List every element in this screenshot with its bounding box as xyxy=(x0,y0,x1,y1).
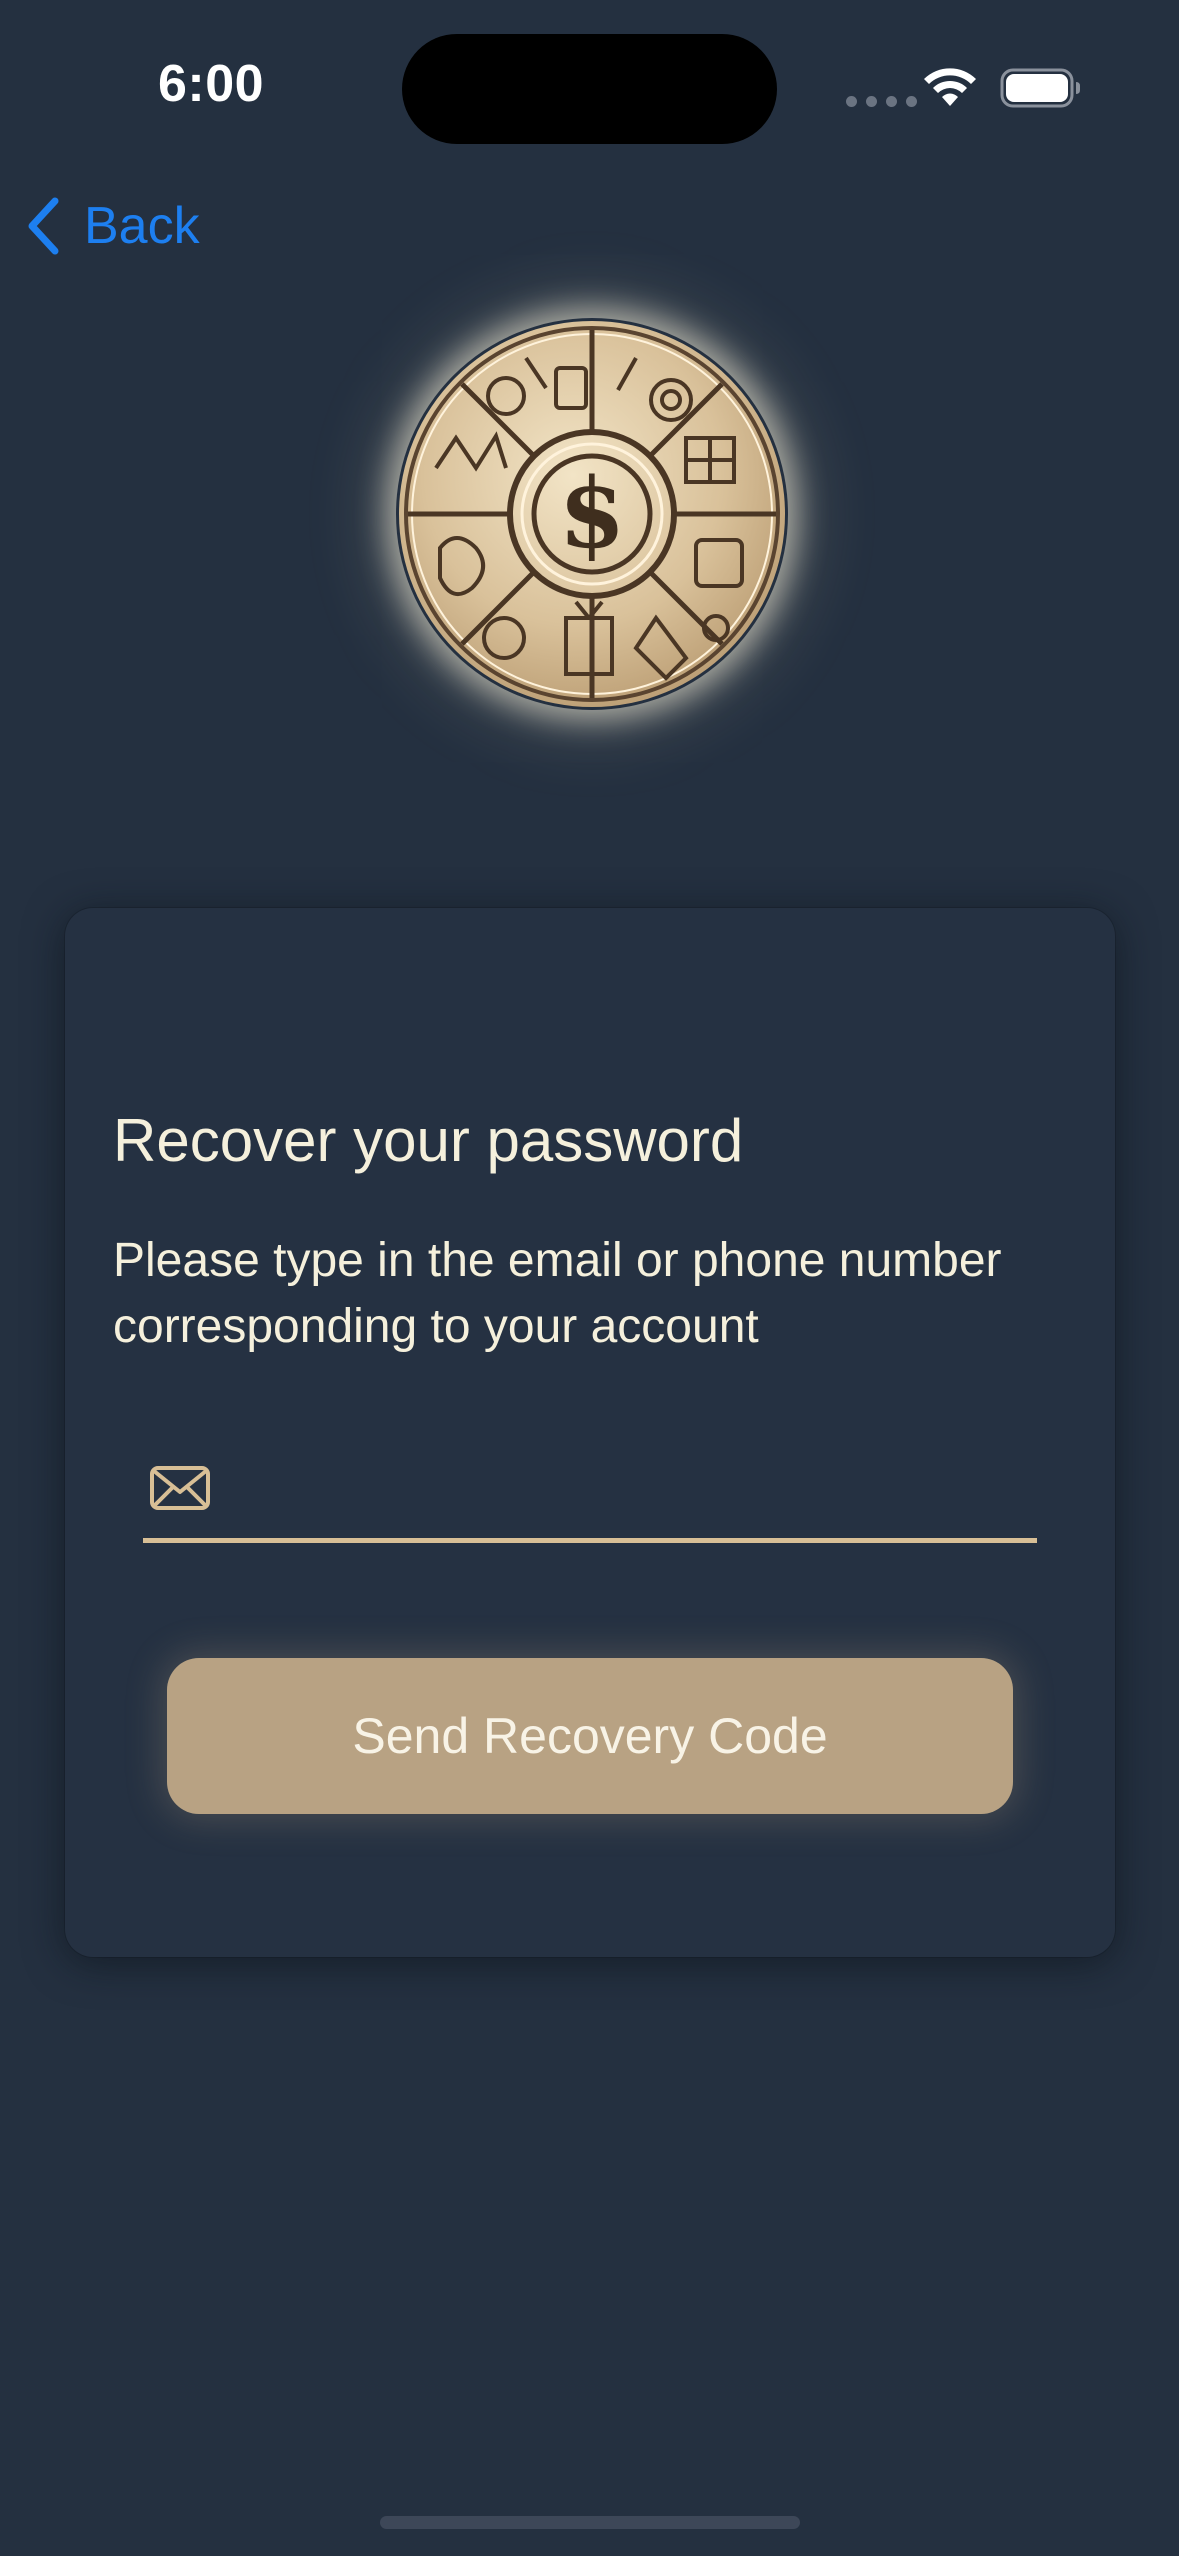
card-description: Please type in the email or phone number… xyxy=(113,1234,1002,1353)
card-title: Recover your password xyxy=(113,1107,744,1174)
status-time: 6:00 xyxy=(158,55,265,113)
cellular-dots-icon xyxy=(846,96,917,107)
back-label: Back xyxy=(84,197,200,255)
app-logo: $ xyxy=(396,318,788,710)
send-recovery-code-button[interactable]: Send Recovery Code xyxy=(167,1658,1013,1814)
coin-emblem-icon: $ xyxy=(399,321,785,707)
back-button[interactable]: Back xyxy=(24,190,200,262)
dynamic-island xyxy=(402,34,777,144)
wifi-icon xyxy=(924,68,976,106)
coin-dollar-symbol: $ xyxy=(559,457,626,570)
home-indicator[interactable] xyxy=(380,2516,800,2529)
chevron-left-icon xyxy=(28,197,59,255)
email-or-phone-field[interactable] xyxy=(143,1453,1037,1543)
mail-icon xyxy=(150,1466,210,1510)
battery-icon xyxy=(1000,68,1080,108)
password-recovery-screen: 6:00 Back $ Recover your password Please… xyxy=(0,0,1179,2556)
email-or-phone-input[interactable] xyxy=(243,1461,1023,1531)
recovery-card: Recover your password Please type in the… xyxy=(65,908,1115,1957)
